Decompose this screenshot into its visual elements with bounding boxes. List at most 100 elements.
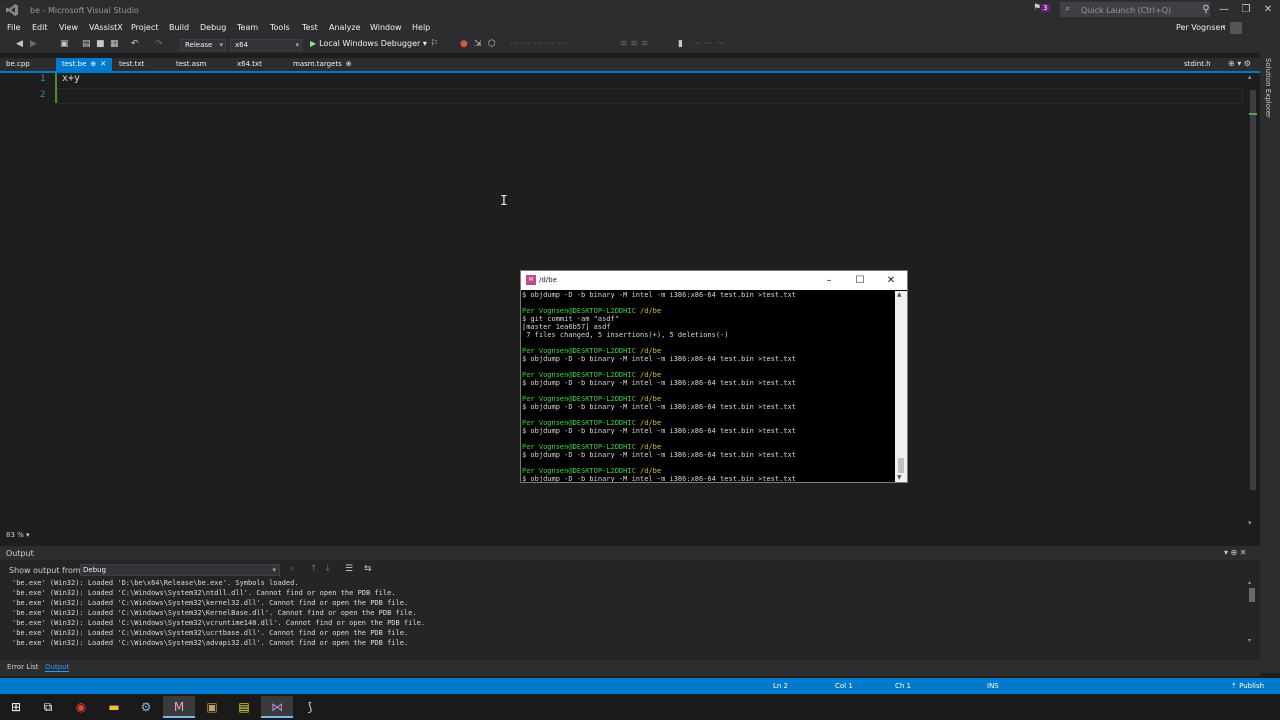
visual-studio-icon[interactable]: ⋈ bbox=[261, 696, 293, 718]
scroll-up-icon[interactable]: ▲ bbox=[897, 291, 902, 298]
menu-build[interactable]: Build bbox=[169, 23, 189, 32]
tab-test-asm[interactable]: test.asm bbox=[170, 58, 212, 71]
clear-all-icon[interactable]: ☰ bbox=[345, 564, 353, 574]
output-text[interactable]: 'be.exe' (Win32): Loaded 'D:\be\x64\Rele… bbox=[12, 578, 1242, 648]
tab-be-cpp[interactable]: be.cpp bbox=[0, 58, 36, 71]
menu-file[interactable]: File bbox=[7, 23, 20, 32]
menu-help[interactable]: Help bbox=[412, 23, 430, 32]
minimize-button[interactable]: — bbox=[1214, 2, 1234, 18]
tab-masm-targets[interactable]: masm.targets ⊕ bbox=[287, 58, 358, 71]
navigate-forward-icon[interactable]: ▶ bbox=[30, 39, 37, 49]
tab-test-be[interactable]: test.be ⊕ ✕ bbox=[56, 58, 113, 71]
file-explorer-icon[interactable]: ▬ bbox=[98, 696, 130, 718]
pin-icon[interactable]: ⊕ bbox=[346, 60, 352, 68]
terminal-window[interactable]: M /d/be – ☐ ✕ $ objdump -D -b binary -M … bbox=[520, 270, 908, 483]
tab-overflow-icon[interactable]: ⊕ ▾ ⚙ bbox=[1228, 59, 1251, 68]
menu-analyze[interactable]: Analyze bbox=[329, 23, 361, 32]
zoom-level[interactable]: 83 % ▾ bbox=[6, 531, 30, 539]
save-all-icon[interactable]: ▦ bbox=[110, 39, 119, 49]
terminal-path: /d/be bbox=[640, 467, 662, 475]
bookmark-nav-icon: ⋯ ⋯ ⋯ bbox=[692, 39, 725, 49]
menu-vassistx[interactable]: VAssistX bbox=[89, 23, 123, 32]
chrome-icon[interactable]: ◉ bbox=[65, 696, 97, 718]
output-source-select[interactable]: Debug ▾ bbox=[80, 564, 280, 576]
breakpoint-icon[interactable]: ● bbox=[460, 39, 468, 49]
redo-icon[interactable]: ↷ bbox=[155, 39, 163, 49]
configuration-value: Release bbox=[185, 41, 213, 49]
terminal-scrollbar[interactable] bbox=[895, 291, 907, 482]
tab-x64-txt[interactable]: x64.txt bbox=[231, 58, 268, 71]
task-view-icon[interactable]: ⧉ bbox=[32, 696, 64, 718]
scroll-up-icon[interactable]: ▴ bbox=[1248, 73, 1252, 81]
restore-button[interactable]: ❐ bbox=[1236, 2, 1256, 18]
output-scrollbar-thumb[interactable] bbox=[1249, 588, 1255, 602]
editor-bottom-bar bbox=[0, 528, 1246, 542]
step-icon[interactable]: ⇲ bbox=[474, 39, 482, 49]
terminal-close-button[interactable]: ✕ bbox=[877, 273, 905, 288]
menu-bar: File Edit View VAssistX Project Build De… bbox=[0, 20, 1280, 37]
quick-launch-input[interactable]: ⌕ Quick Launch (Ctrl+Q) bbox=[1060, 2, 1210, 17]
menu-project[interactable]: Project bbox=[131, 23, 158, 32]
scroll-down-icon[interactable]: ▾ bbox=[1248, 519, 1252, 527]
start-debugging-button[interactable]: ▶ Local Windows Debugger ▾ bbox=[310, 39, 427, 48]
menu-tools[interactable]: Tools bbox=[270, 23, 290, 32]
editor-scrollbar-thumb[interactable] bbox=[1250, 90, 1256, 490]
terminal-title-bar[interactable]: M /d/be – ☐ ✕ bbox=[521, 271, 907, 290]
platform-select[interactable]: x64 ▾ bbox=[230, 39, 302, 51]
search-icon[interactable]: ⚲ bbox=[1196, 2, 1216, 18]
find-icon[interactable]: ⚐ bbox=[430, 39, 438, 49]
tab-test-txt[interactable]: test.txt bbox=[113, 58, 150, 71]
close-button[interactable]: ✕ bbox=[1258, 2, 1278, 18]
app-icon-2[interactable]: ⟆ bbox=[294, 696, 326, 718]
mingw-terminal-icon[interactable]: M bbox=[163, 696, 195, 718]
user-name[interactable]: Per Vognsen bbox=[1176, 23, 1225, 32]
new-project-icon[interactable]: ▣ bbox=[60, 39, 69, 49]
hex-icon[interactable]: ⬡ bbox=[488, 39, 496, 49]
save-icon[interactable]: ■ bbox=[96, 39, 105, 49]
menu-test[interactable]: Test bbox=[302, 23, 318, 32]
code-line[interactable]: x+y bbox=[62, 73, 80, 84]
pin-icon[interactable]: ⊕ bbox=[90, 60, 96, 68]
app-icon[interactable]: ▣ bbox=[196, 696, 228, 718]
open-file-icon[interactable]: ▤ bbox=[82, 39, 91, 49]
menu-debug[interactable]: Debug bbox=[200, 23, 226, 32]
notes-app-icon[interactable]: ▤ bbox=[228, 696, 260, 718]
menu-window[interactable]: Window bbox=[370, 23, 402, 32]
tab-stdint-h[interactable]: stdint.h bbox=[1184, 60, 1211, 68]
status-line: Ln 2 bbox=[773, 682, 789, 690]
menu-view[interactable]: View bbox=[59, 23, 78, 32]
tab-label: masm.targets bbox=[293, 60, 342, 68]
solution-explorer-tab[interactable]: Solution Explorer bbox=[1264, 58, 1272, 118]
close-tab-icon[interactable]: ✕ bbox=[100, 60, 106, 68]
current-line-highlight bbox=[57, 88, 1243, 104]
scroll-down-icon[interactable]: ▼ bbox=[897, 474, 902, 481]
play-icon: ▶ bbox=[310, 39, 317, 48]
terminal-maximize-button[interactable]: ☐ bbox=[846, 273, 874, 288]
terminal-minimize-button[interactable]: – bbox=[815, 273, 843, 288]
avatar[interactable] bbox=[1230, 22, 1242, 34]
navigate-back-icon[interactable]: ◀ bbox=[16, 39, 23, 49]
tab-output[interactable]: Output bbox=[45, 663, 70, 672]
status-insert-mode: INS bbox=[987, 682, 999, 690]
bookmark-icon[interactable]: ▮ bbox=[678, 39, 683, 49]
scroll-up-icon[interactable]: ▴ bbox=[1248, 579, 1251, 586]
undo-icon[interactable]: ↶ bbox=[131, 39, 139, 49]
terminal-scrollbar-thumb[interactable] bbox=[898, 458, 904, 473]
solution-explorer-dock bbox=[1260, 53, 1280, 673]
scroll-down-icon[interactable]: ▾ bbox=[1248, 637, 1251, 644]
terminal-path: /d/be bbox=[640, 419, 662, 427]
steam-icon[interactable]: ⚙ bbox=[130, 696, 162, 718]
word-wrap-icon[interactable]: ⇆ bbox=[364, 564, 372, 574]
notifications-flag-icon[interactable]: ⚑ 3 bbox=[1033, 3, 1050, 13]
chevron-down-icon[interactable]: ▾ bbox=[1222, 23, 1226, 31]
windows-start-icon[interactable]: ⊞ bbox=[0, 696, 32, 718]
panel-controls-icon[interactable]: ▾ ⊕ ✕ bbox=[1224, 548, 1247, 557]
configuration-select[interactable]: Release ▾ bbox=[180, 39, 226, 51]
comment-icon: ≡ ≡ ≡ bbox=[620, 39, 649, 49]
menu-team[interactable]: Team bbox=[237, 23, 258, 32]
terminal-output[interactable]: $ objdump -D -b binary -M intel -m i386:… bbox=[522, 291, 894, 482]
tab-error-list[interactable]: Error List bbox=[7, 663, 39, 671]
menu-edit[interactable]: Edit bbox=[32, 23, 48, 32]
publish-button[interactable]: ⇡ Publish bbox=[1231, 682, 1264, 690]
